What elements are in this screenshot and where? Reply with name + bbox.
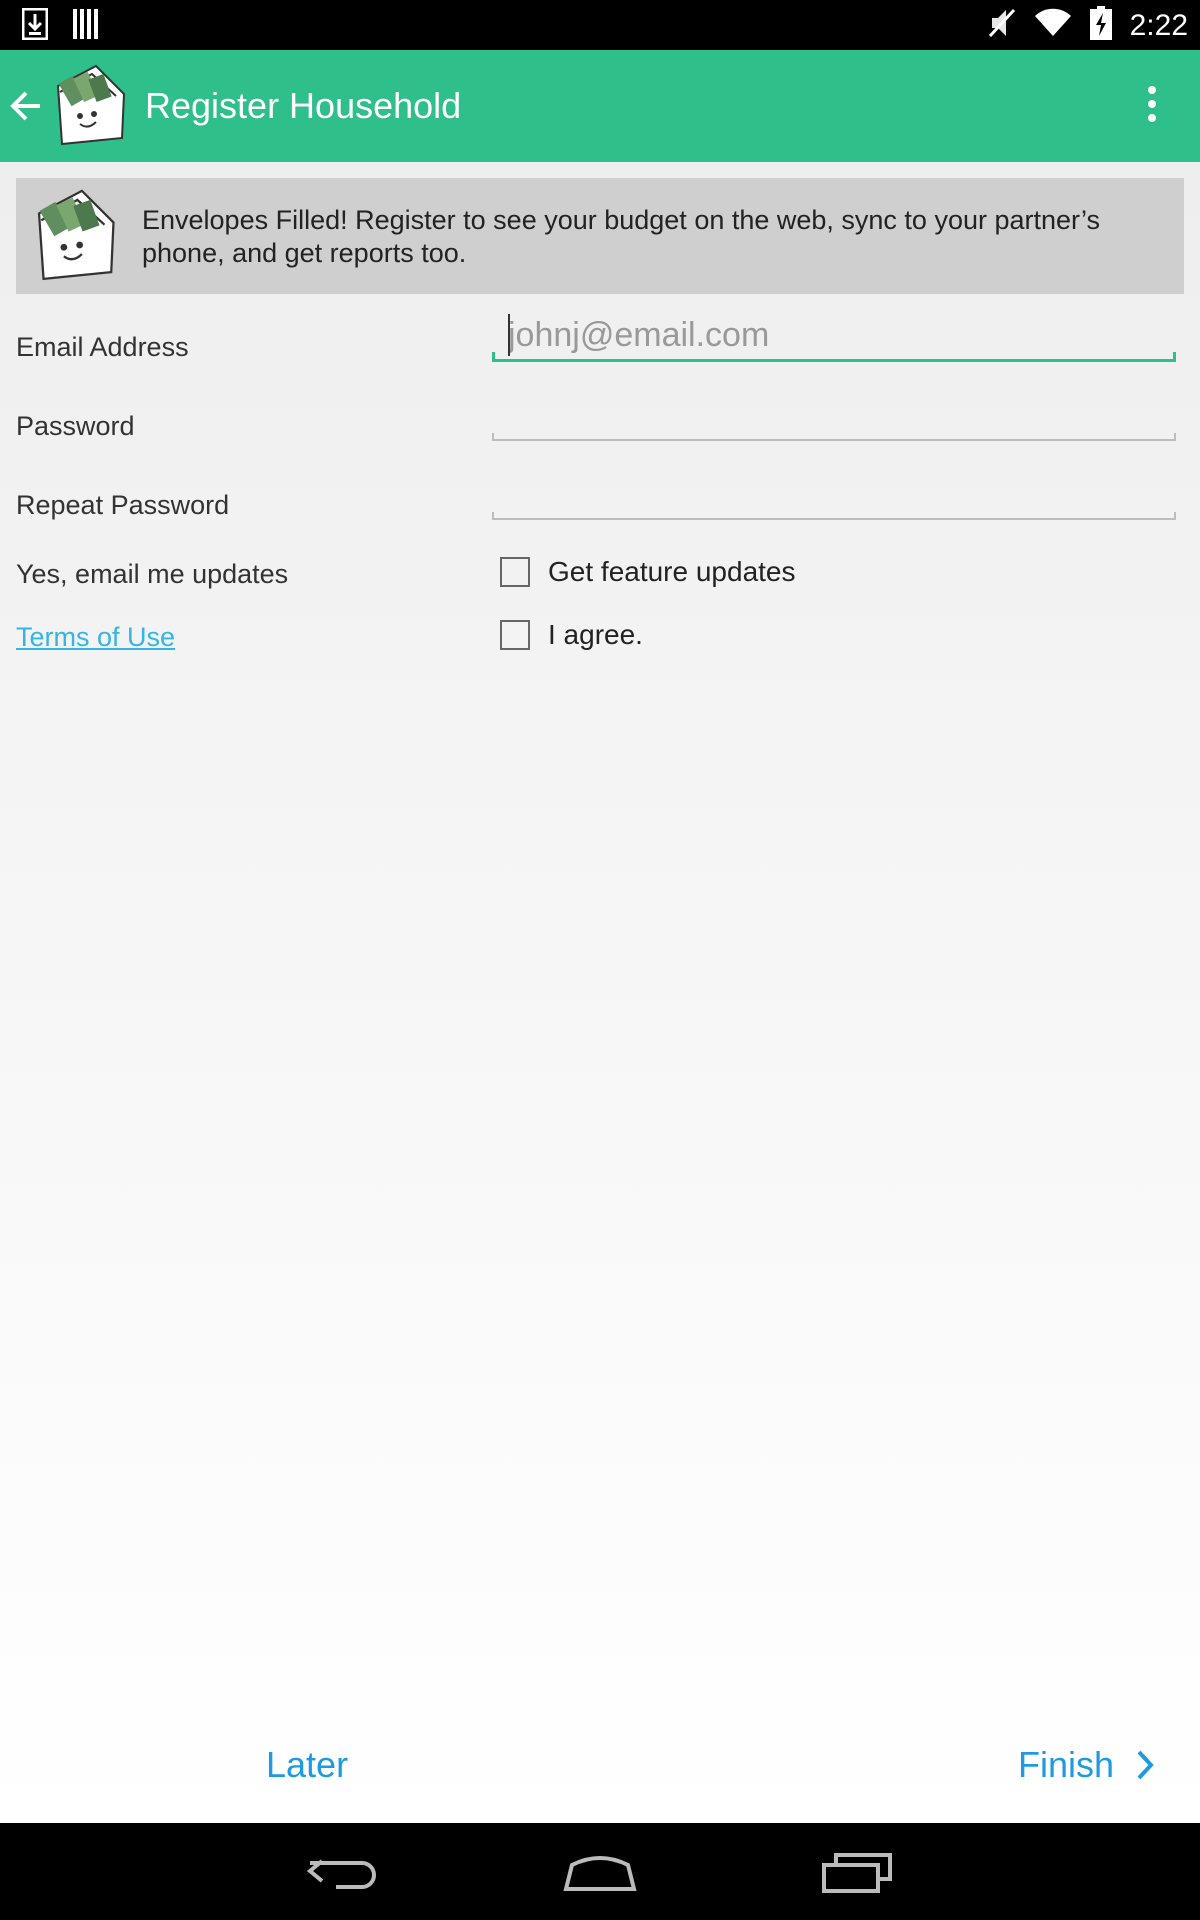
overflow-dot (1148, 100, 1156, 108)
recents-nav-button[interactable] (818, 1847, 898, 1897)
email-label: Email Address (16, 332, 189, 362)
agree-checkbox-label: I agree. (548, 619, 643, 650)
repeat-password-field-wrapper (492, 470, 1176, 520)
info-banner: Envelopes Filled! Register to see your b… (16, 178, 1184, 294)
later-button[interactable]: Later (266, 1744, 348, 1786)
email-field-underline (492, 352, 1176, 362)
banner-text: Envelopes Filled! Register to see your b… (142, 205, 1101, 268)
overflow-dot (1148, 86, 1156, 94)
text-cursor (508, 314, 510, 356)
battery-charging-icon (1089, 6, 1112, 45)
page-title: Register Household (145, 85, 462, 126)
barcode-icon (72, 9, 100, 44)
action-bar: Register Household (0, 50, 1200, 162)
home-nav-button[interactable] (560, 1847, 640, 1897)
mute-icon (988, 6, 1016, 45)
main-content: Envelopes Filled! Register to see your b… (0, 162, 1200, 1823)
email-field-wrapper (492, 312, 1176, 362)
password-field-underline (492, 433, 1176, 441)
home-nav-icon (563, 1856, 637, 1891)
updates-label: Yes, email me updates (16, 559, 289, 589)
agree-checkbox-row[interactable]: I agree. (500, 619, 643, 651)
repeat-password-field-underline (492, 512, 1176, 520)
wifi-icon (1034, 8, 1072, 43)
back-nav-button[interactable] (302, 1847, 382, 1897)
finish-button[interactable]: Finish (1018, 1744, 1154, 1786)
status-bar: 2:22 (0, 0, 1200, 50)
password-field-wrapper (492, 391, 1176, 441)
status-time: 2:22 (1129, 8, 1188, 42)
finish-button-label: Finish (1017, 1744, 1114, 1785)
envelope-logo-icon (56, 64, 126, 146)
arrow-left-icon (10, 91, 40, 121)
download-icon (21, 7, 49, 45)
terms-of-use-link[interactable]: Terms of Use (16, 622, 175, 652)
chevron-right-icon (1137, 1750, 1154, 1780)
overflow-menu-button[interactable] (1144, 86, 1160, 126)
overflow-dot (1148, 114, 1156, 122)
agree-checkbox[interactable] (500, 620, 530, 650)
password-field[interactable] (492, 391, 1176, 437)
terms-of-use-link-wrapper: Terms of Use (16, 620, 175, 654)
repeat-password-field[interactable] (492, 470, 1176, 516)
navigation-bar (0, 1823, 1200, 1920)
envelope-mascot-icon (30, 188, 118, 284)
repeat-password-label: Repeat Password (16, 490, 230, 520)
email-field[interactable] (492, 312, 1176, 358)
app-logo (50, 64, 128, 148)
feature-updates-checkbox-row[interactable]: Get feature updates (500, 556, 796, 588)
back-nav-icon (306, 1859, 376, 1889)
feature-updates-checkbox[interactable] (500, 557, 530, 587)
feature-updates-checkbox-label: Get feature updates (548, 556, 796, 587)
recents-nav-icon (822, 1853, 892, 1893)
back-button[interactable] (6, 84, 46, 128)
password-label: Password (16, 411, 135, 441)
